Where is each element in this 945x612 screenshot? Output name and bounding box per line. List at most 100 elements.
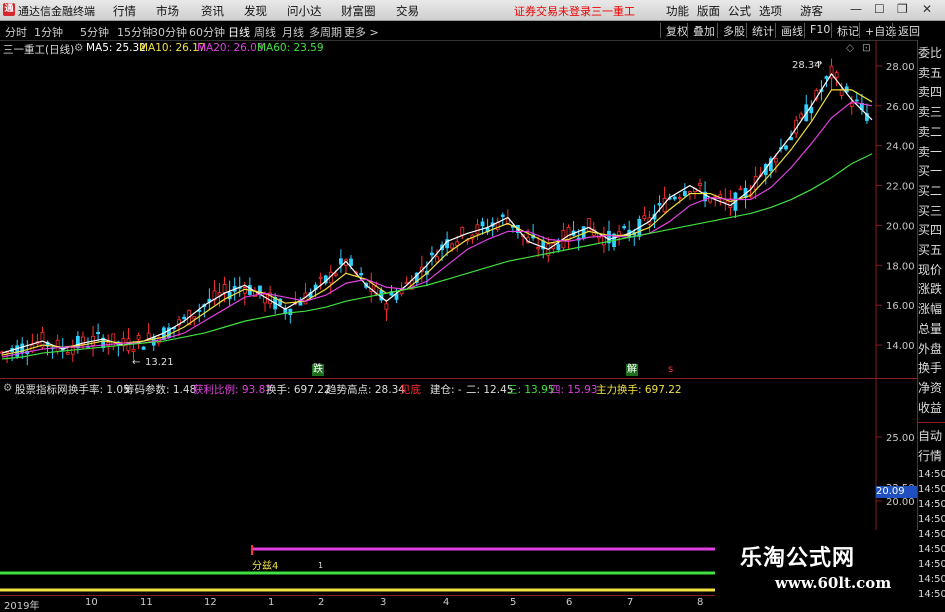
menu-news[interactable]: 资讯	[201, 3, 224, 19]
x-tick: 12	[204, 597, 217, 608]
price-tick-label: 16.00	[886, 301, 915, 312]
candle-body	[475, 224, 480, 235]
title-bar: 通 通达信金融终端 行情 市场 资讯 发现 问小达 财富圈 交易 证券交易未登录…	[0, 0, 945, 21]
restore-icon[interactable]: ❐	[897, 2, 908, 16]
menu-layout[interactable]: 版面	[697, 3, 720, 19]
sidebar-item: 买五	[918, 243, 943, 258]
period-tab-weekly[interactable]: 周线	[254, 24, 276, 40]
candle-body	[834, 72, 839, 78]
period-tab-15min[interactable]: 15分钟	[117, 24, 153, 40]
candle-body	[318, 276, 323, 279]
candle-body	[460, 227, 465, 236]
user-label[interactable]: 游客	[800, 3, 823, 19]
x-tick: 1	[268, 597, 275, 608]
period-tab-daily[interactable]: 日线	[228, 24, 250, 40]
close-icon[interactable]: ✕	[922, 2, 932, 16]
period-tab-more[interactable]: 更多 >	[344, 24, 379, 40]
candle-body	[349, 258, 353, 266]
sidebar-tab[interactable]: 自动	[918, 427, 945, 447]
sidebar-item: 涨幅	[918, 302, 943, 317]
candle-body	[70, 347, 75, 355]
candle-body	[854, 99, 859, 102]
menu-formula[interactable]: 公式	[728, 3, 751, 19]
period-tab-intraday[interactable]: 分时	[5, 24, 27, 40]
high-arrow-icon: →	[814, 58, 823, 69]
sidebar-item: 外盘	[918, 341, 943, 356]
price-tick-label: 22.00	[886, 182, 915, 193]
candle-body	[849, 103, 854, 107]
multi-stock-button[interactable]: 多股	[717, 23, 745, 38]
adjust-button[interactable]: 复权	[660, 23, 688, 38]
sidebar-item: 卖三	[918, 105, 943, 120]
sidebar-item: 卖五	[918, 65, 943, 80]
tick-time: 14:50	[918, 468, 945, 480]
low-arrow-icon: ←	[132, 357, 141, 368]
menu-discover[interactable]: 发现	[244, 3, 267, 19]
add-watchlist-button[interactable]: +自选	[859, 23, 896, 38]
period-toolbar: 分时 1分钟 5分钟 15分钟 30分钟 60分钟 日线 周线 月线 多周期 更…	[0, 21, 945, 41]
x-tick: 4	[443, 597, 450, 608]
candle-body	[288, 308, 293, 316]
menu-options[interactable]: 选项	[759, 3, 782, 19]
draw-button[interactable]: 画线	[775, 23, 803, 38]
sidebar-tab[interactable]: 行情	[918, 447, 945, 467]
candle-body	[141, 346, 146, 350]
x-tick: 5	[510, 597, 517, 608]
candle-body	[773, 158, 778, 163]
sub-bottom-label: 分兹4	[252, 561, 279, 572]
price-tick-label: 18.00	[886, 261, 915, 272]
sidebar-item: 卖一	[918, 144, 943, 159]
x-tick: 3	[380, 597, 387, 608]
candles-group	[0, 58, 869, 366]
menu-wealth[interactable]: 财富圈	[341, 3, 376, 19]
period-tab-multi[interactable]: 多周期	[309, 24, 342, 40]
minimize-icon[interactable]: —	[850, 2, 862, 16]
period-tab-1min[interactable]: 1分钟	[34, 24, 63, 40]
x-tick: 11	[140, 597, 153, 608]
sidebar-item: 卖二	[918, 124, 943, 139]
x-tick: 6	[566, 597, 573, 608]
watermark-url: www.60lt.com	[775, 574, 892, 592]
candle-body	[738, 188, 743, 191]
candle-body	[192, 316, 197, 320]
menu-quotes[interactable]: 行情	[113, 3, 136, 19]
menu-trade[interactable]: 交易	[396, 3, 419, 19]
period-tab-60min[interactable]: 60分钟	[189, 24, 225, 40]
back-button[interactable]: 返回	[892, 23, 920, 38]
signal-jie: 解	[626, 364, 638, 376]
x-tick: 2	[318, 597, 325, 608]
ma-lines-group	[1, 72, 873, 360]
x-tick: 8	[697, 597, 704, 608]
menu-market[interactable]: 市场	[156, 3, 179, 19]
candle-body	[96, 332, 101, 335]
sidebar-item: 卖四	[918, 85, 943, 100]
menu-ask[interactable]: 问小达	[287, 3, 322, 19]
candle-body	[131, 348, 136, 353]
candle-body	[338, 258, 343, 265]
candle-body	[824, 76, 829, 79]
f10-button[interactable]: F10	[804, 23, 830, 38]
candle-body	[333, 273, 338, 276]
candle-body	[839, 89, 844, 96]
menu-function[interactable]: 功能	[666, 3, 689, 19]
mark-button[interactable]: 标记	[831, 23, 859, 38]
maximize-icon[interactable]: ☐	[874, 2, 885, 16]
price-tick-label: 28.00	[886, 62, 915, 73]
ma-line-ma10	[1, 89, 873, 356]
ma-line-ma5	[1, 72, 873, 354]
candle-body	[672, 196, 677, 200]
login-warning[interactable]: 证券交易未登录	[514, 3, 591, 19]
tick-time: 14:50	[918, 483, 945, 495]
candle-body	[682, 191, 687, 197]
candle-body	[698, 182, 702, 186]
candle-body	[384, 303, 389, 310]
period-tab-5min[interactable]: 5分钟	[80, 24, 109, 40]
overlay-button[interactable]: 叠加	[687, 23, 715, 38]
stats-button[interactable]: 统计	[746, 23, 774, 38]
price-chart[interactable]: 28.00 26.00 24.00 22.00 20.00 18.00 16.00 14.00	[0, 40, 918, 378]
period-tab-monthly[interactable]: 月线	[282, 24, 304, 40]
x-tick: 7	[627, 597, 634, 608]
candle-body	[65, 352, 70, 355]
period-tab-30min[interactable]: 30分钟	[151, 24, 187, 40]
candle-body	[657, 203, 662, 206]
